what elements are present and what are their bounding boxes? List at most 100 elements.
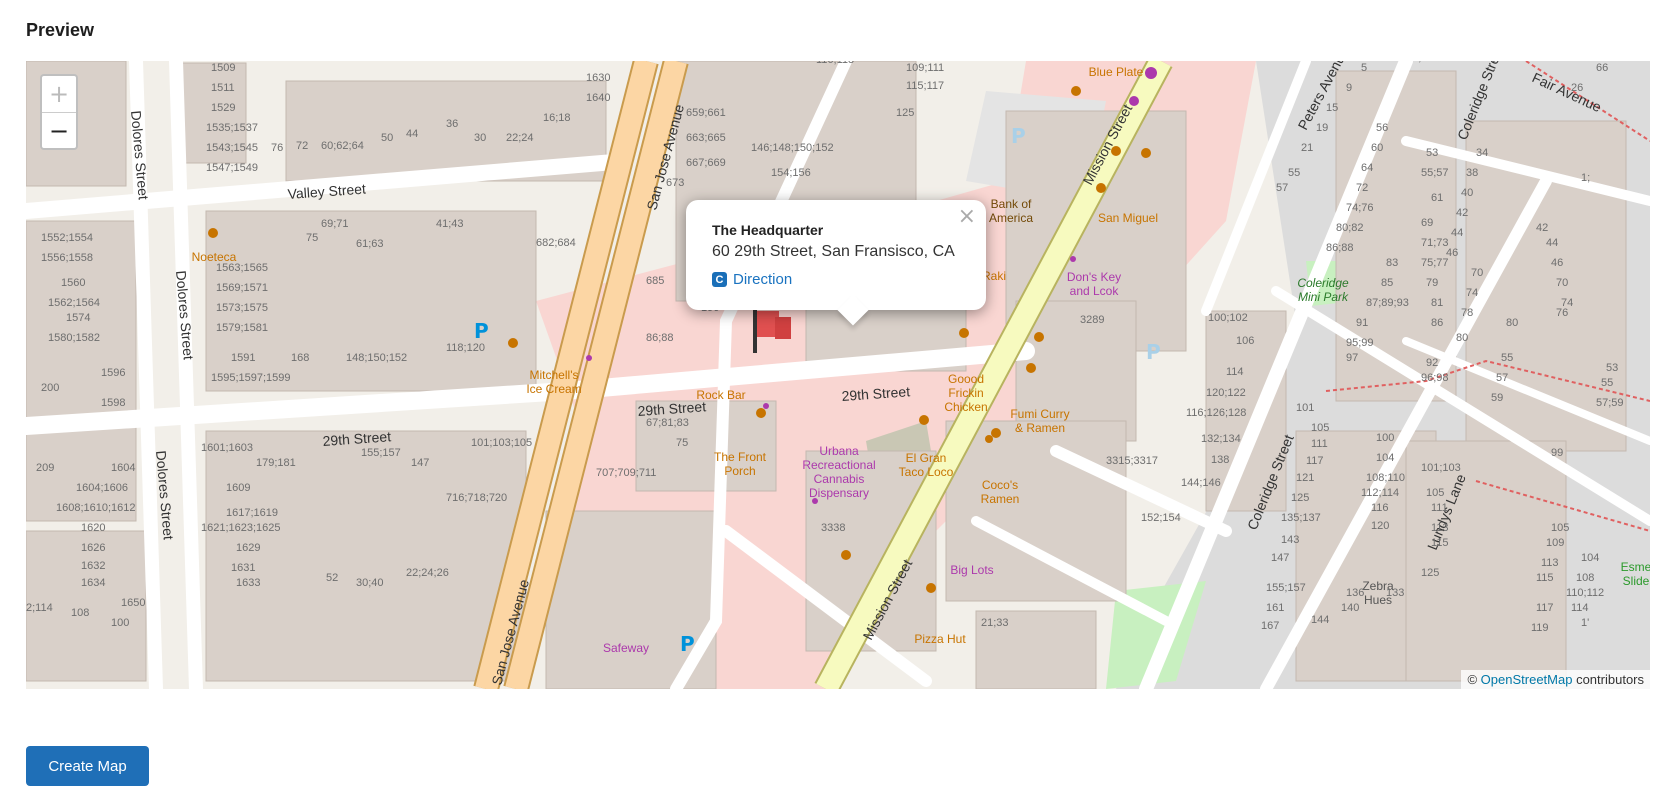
svg-text:80;82: 80;82: [1336, 222, 1364, 234]
svg-text:15: 15: [1326, 102, 1338, 114]
map-tiles[interactable]: Valley Street 29th Street 29th Street 29…: [26, 61, 1650, 689]
poi-label: El Gran: [906, 451, 947, 465]
svg-text:132;134: 132;134: [1201, 433, 1241, 445]
svg-text:5: 5: [1361, 62, 1367, 74]
svg-text:140: 140: [1341, 602, 1359, 614]
svg-text:148;150;152: 148;150;152: [346, 352, 407, 364]
poi-label: Don's Key: [1067, 270, 1121, 284]
svg-text:30;40: 30;40: [356, 577, 384, 589]
svg-text:55: 55: [1501, 352, 1513, 364]
svg-text:125: 125: [1421, 567, 1439, 579]
svg-text:113: 113: [1541, 557, 1559, 569]
poi-label: Rock Bar: [696, 388, 745, 402]
direction-link[interactable]: C Direction: [712, 271, 792, 288]
svg-text:125: 125: [896, 107, 914, 119]
svg-text:1569;1571: 1569;1571: [216, 282, 268, 294]
poi-label: Dispensary: [809, 486, 869, 500]
svg-text:91: 91: [1356, 317, 1368, 329]
svg-text:136: 136: [1346, 587, 1364, 599]
svg-text:101: 101: [1296, 402, 1314, 414]
svg-text:104: 104: [1376, 452, 1394, 464]
svg-text:106: 106: [1236, 335, 1254, 347]
svg-text:155;157: 155;157: [361, 447, 401, 459]
svg-text:1633: 1633: [236, 577, 260, 589]
svg-text:147: 147: [411, 457, 429, 469]
svg-text:40: 40: [1461, 187, 1473, 199]
zoom-in-button[interactable]: +: [42, 76, 76, 113]
svg-text:673: 673: [666, 177, 684, 189]
svg-text:682;684: 682;684: [536, 237, 576, 249]
svg-text:44: 44: [406, 128, 418, 140]
svg-text:716;718;720: 716;718;720: [446, 492, 507, 504]
svg-text:121: 121: [1296, 472, 1314, 484]
attribution-suffix: contributors: [1576, 672, 1644, 687]
svg-text:92: 92: [1426, 357, 1438, 369]
svg-text:152;154: 152;154: [1141, 512, 1181, 524]
svg-text:75;77: 75;77: [1421, 257, 1449, 269]
svg-text:97: 97: [1346, 352, 1358, 364]
poi-label: The Front: [714, 450, 767, 464]
popup-close-button[interactable]: ×: [958, 204, 976, 229]
popup-address: 60 29th Street, San Fransisco, CA: [712, 243, 955, 260]
direction-label[interactable]: Direction: [733, 271, 792, 288]
svg-text:46: 46: [1551, 257, 1563, 269]
svg-text:74;76: 74;76: [1346, 202, 1374, 214]
svg-text:667;669: 667;669: [686, 157, 726, 169]
svg-text:116: 116: [1371, 502, 1389, 514]
svg-text:72: 72: [296, 140, 308, 152]
svg-text:42: 42: [1536, 222, 1548, 234]
svg-text:2;114: 2;114: [26, 602, 53, 614]
poi-label: Urbana: [819, 444, 859, 458]
svg-text:81: 81: [1431, 297, 1443, 309]
svg-text:707;709;711: 707;709;711: [596, 467, 656, 479]
svg-text:21;33: 21;33: [981, 617, 1009, 629]
map-attribution: © OpenStreetMap contributors: [1461, 670, 1650, 689]
svg-text:44: 44: [1546, 237, 1558, 249]
location-popup: × The Headquarter 60 29th Street, San Fr…: [686, 200, 986, 326]
poi-label: Ice Cream: [526, 382, 581, 396]
svg-text:1595;1597;1599: 1595;1597;1599: [211, 372, 291, 384]
poi-label: Coco's: [982, 478, 1018, 492]
svg-text:1650: 1650: [121, 597, 145, 609]
svg-text:1560: 1560: [61, 277, 85, 289]
svg-text:100;102: 100;102: [1208, 312, 1248, 324]
svg-text:119: 119: [1531, 622, 1549, 634]
poi-label: and Lcok: [1070, 284, 1120, 298]
svg-text:69: 69: [1421, 217, 1433, 229]
svg-text:1563;1565: 1563;1565: [216, 262, 268, 274]
poi-label: America: [989, 211, 1033, 225]
svg-text:86;88: 86;88: [646, 332, 674, 344]
openstreetmap-link[interactable]: OpenStreetMap: [1481, 672, 1573, 687]
svg-text:146;148;150;152: 146;148;150;152: [751, 142, 834, 154]
svg-text:1604;1606: 1604;1606: [76, 482, 128, 494]
svg-text:55: 55: [1601, 377, 1613, 389]
svg-text:115: 115: [1536, 572, 1554, 584]
attribution-prefix: ©: [1467, 672, 1478, 687]
svg-text:1580;1582: 1580;1582: [48, 332, 100, 344]
create-map-button[interactable]: Create Map: [26, 746, 149, 786]
svg-text:1573;1575: 1573;1575: [216, 302, 268, 314]
svg-text:1574: 1574: [66, 312, 90, 324]
svg-text:P: P: [474, 319, 489, 343]
svg-text:55: 55: [1288, 167, 1300, 179]
poi-label: Mitchell's: [530, 368, 579, 382]
svg-text:133: 133: [1386, 587, 1404, 599]
poi-label: Cannabis: [814, 472, 865, 486]
svg-text:144;146: 144;146: [1181, 477, 1221, 489]
svg-text:P: P: [1011, 124, 1026, 148]
poi-label: Bank of: [991, 197, 1032, 211]
svg-text:1552;1554: 1552;1554: [41, 232, 93, 244]
svg-text:21: 21: [1301, 142, 1313, 154]
svg-text:114: 114: [1571, 602, 1589, 614]
map-view[interactable]: Valley Street 29th Street 29th Street 29…: [26, 61, 1650, 689]
poi-label: Mini Park: [1298, 290, 1349, 304]
zoom-out-button[interactable]: −: [42, 113, 76, 149]
svg-text:1562;1564: 1562;1564: [48, 297, 100, 309]
svg-text:200: 200: [41, 382, 59, 394]
svg-text:125: 125: [1291, 492, 1309, 504]
svg-text:72: 72: [1356, 182, 1368, 194]
svg-text:108: 108: [71, 607, 89, 619]
svg-text:105: 105: [1426, 487, 1444, 499]
svg-text:1601;1603: 1601;1603: [201, 442, 253, 454]
svg-text:209: 209: [36, 462, 54, 474]
